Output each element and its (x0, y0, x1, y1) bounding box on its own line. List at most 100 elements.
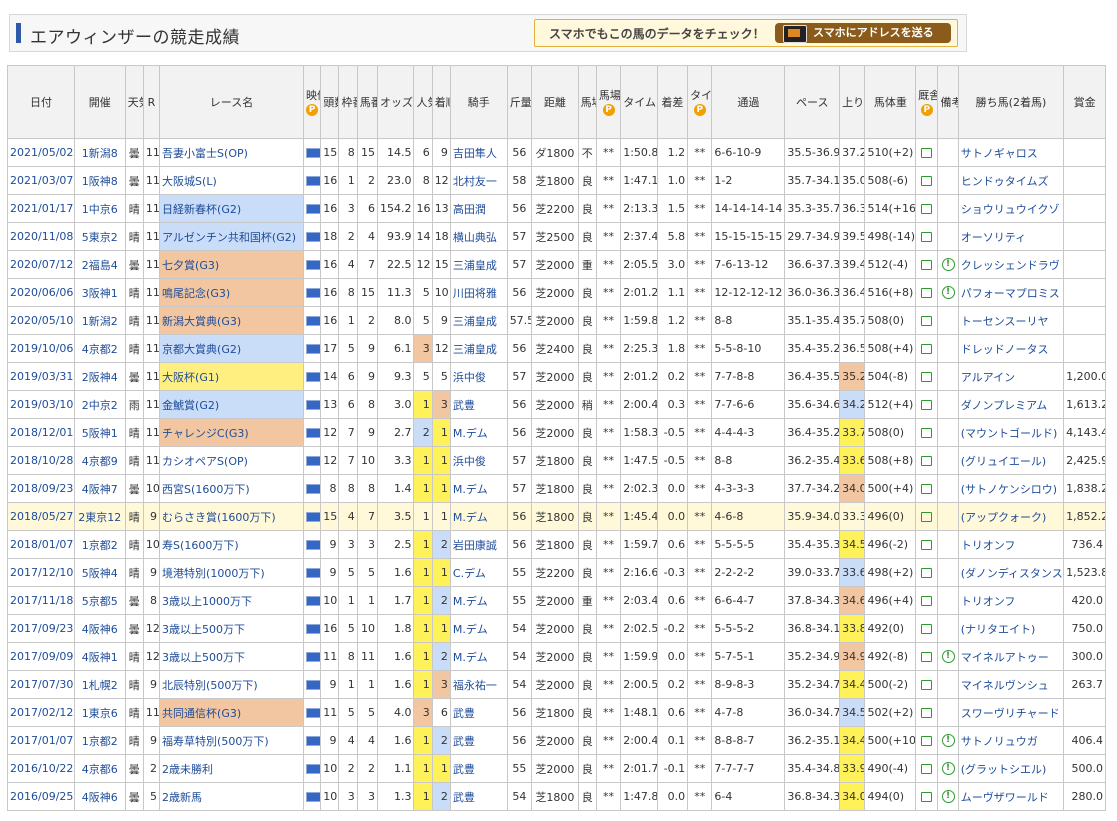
venue-link[interactable]: 3阪神1 (73, 278, 126, 307)
venue-link[interactable]: 4京都6 (73, 754, 126, 783)
comment-icon[interactable] (921, 400, 933, 410)
race-name-link[interactable]: 2歳新馬 (159, 782, 304, 811)
race-name-link[interactable]: 七夕賞(G3) (159, 250, 304, 279)
winner-link[interactable]: (グラットシエル) (957, 754, 1065, 783)
venue-link[interactable]: 1中京6 (73, 194, 126, 223)
stable-comment-cell[interactable] (915, 166, 939, 195)
race-name-link[interactable]: 吾妻小富士S(OP) (159, 138, 304, 167)
venue-link[interactable]: 1阪神8 (73, 166, 126, 195)
venue-link[interactable]: 1東京6 (73, 698, 126, 727)
jockey-link[interactable]: M.デム (449, 614, 508, 643)
venue-link[interactable]: 1新潟8 (73, 138, 126, 167)
stable-comment-cell[interactable] (915, 250, 939, 279)
venue-link[interactable]: 1札幌2 (73, 670, 126, 699)
winner-link[interactable]: スワーヴリチャード (957, 698, 1065, 727)
venue-link[interactable]: 4阪神6 (73, 614, 126, 643)
date-link[interactable]: 2019/10/06 (7, 334, 75, 363)
video-cell[interactable] (302, 670, 322, 699)
winner-link[interactable]: パフォーマプロミス (957, 278, 1065, 307)
video-icon[interactable] (306, 456, 320, 466)
stable-comment-cell[interactable] (915, 614, 939, 643)
video-cell[interactable] (302, 362, 322, 391)
jockey-link[interactable]: M.デム (449, 502, 508, 531)
date-link[interactable]: 2017/07/30 (7, 670, 75, 699)
video-icon[interactable] (306, 792, 320, 802)
video-icon[interactable] (306, 232, 320, 242)
venue-link[interactable]: 1新潟2 (73, 306, 126, 335)
stable-comment-cell[interactable] (915, 754, 939, 783)
date-link[interactable]: 2017/12/10 (7, 558, 75, 587)
jockey-link[interactable]: 横山典弘 (449, 222, 508, 251)
comment-icon[interactable] (921, 680, 933, 690)
date-link[interactable]: 2018/10/28 (7, 446, 75, 475)
video-icon[interactable] (306, 708, 320, 718)
stable-comment-cell[interactable] (915, 278, 939, 307)
video-cell[interactable] (302, 334, 322, 363)
date-link[interactable]: 2017/09/09 (7, 642, 75, 671)
race-name-link[interactable]: 京都大賞典(G2) (159, 334, 304, 363)
race-name-link[interactable]: 大阪城S(L) (159, 166, 304, 195)
note-alert-icon[interactable]: ! (941, 286, 955, 300)
stable-comment-cell[interactable] (915, 390, 939, 419)
winner-link[interactable]: サトノギャロス (957, 138, 1065, 167)
comment-icon[interactable] (921, 624, 933, 634)
jockey-link[interactable]: 吉田隼人 (449, 138, 508, 167)
date-link[interactable]: 2017/09/23 (7, 614, 75, 643)
race-name-link[interactable]: 大阪杯(G1) (159, 362, 304, 391)
winner-link[interactable]: (ナリタエイト) (957, 614, 1065, 643)
video-icon[interactable] (306, 316, 320, 326)
stable-comment-cell[interactable] (915, 194, 939, 223)
date-link[interactable]: 2019/03/10 (7, 390, 75, 419)
race-name-link[interactable]: 寿S(1600万下) (159, 530, 304, 559)
venue-link[interactable]: 2中京2 (73, 390, 126, 419)
jockey-link[interactable]: 三浦皇成 (449, 334, 508, 363)
video-cell[interactable] (302, 726, 322, 755)
date-link[interactable]: 2018/12/01 (7, 418, 75, 447)
video-icon[interactable] (306, 512, 320, 522)
winner-link[interactable]: トリオンフ (957, 586, 1065, 615)
venue-link[interactable]: 5東京2 (73, 222, 126, 251)
jockey-link[interactable]: M.デム (449, 642, 508, 671)
stable-comment-cell[interactable] (915, 418, 939, 447)
race-name-link[interactable]: 境港特別(1000万下) (159, 558, 304, 587)
video-cell[interactable] (302, 166, 322, 195)
note-alert-icon[interactable]: ! (941, 258, 955, 272)
comment-icon[interactable] (921, 316, 933, 326)
stable-comment-cell[interactable] (915, 698, 939, 727)
winner-link[interactable]: トリオンフ (957, 530, 1065, 559)
video-icon[interactable] (306, 260, 320, 270)
date-link[interactable]: 2018/09/23 (7, 474, 75, 503)
jockey-link[interactable]: C.デム (449, 558, 508, 587)
video-icon[interactable] (306, 148, 320, 158)
venue-link[interactable]: 1京都2 (73, 726, 126, 755)
comment-icon[interactable] (921, 456, 933, 466)
jockey-link[interactable]: 浜中俊 (449, 446, 508, 475)
comment-icon[interactable] (921, 344, 933, 354)
race-name-link[interactable]: 福寿草特別(500万下) (159, 726, 304, 755)
date-link[interactable]: 2016/09/25 (7, 782, 75, 811)
comment-icon[interactable] (921, 288, 933, 298)
comment-icon[interactable] (921, 708, 933, 718)
date-link[interactable]: 2017/02/12 (7, 698, 75, 727)
winner-link[interactable]: マイネルヴンシュ (957, 670, 1065, 699)
note-alert-icon[interactable]: ! (941, 734, 955, 748)
comment-icon[interactable] (921, 372, 933, 382)
jockey-link[interactable]: 武豊 (449, 754, 508, 783)
race-name-link[interactable]: 3歳以上1000万下 (159, 586, 304, 615)
jockey-link[interactable]: 川田将雅 (449, 278, 508, 307)
race-name-link[interactable]: 金鯱賞(G2) (159, 390, 304, 419)
venue-link[interactable]: 5阪神4 (73, 558, 126, 587)
date-link[interactable]: 2020/07/12 (7, 250, 75, 279)
video-icon[interactable] (306, 680, 320, 690)
video-cell[interactable] (302, 222, 322, 251)
send-address-button[interactable]: スマホにアドレスを送る (775, 23, 951, 43)
venue-link[interactable]: 2阪神4 (73, 362, 126, 391)
video-cell[interactable] (302, 586, 322, 615)
video-cell[interactable] (302, 418, 322, 447)
jockey-link[interactable]: 武豊 (449, 726, 508, 755)
video-icon[interactable] (306, 596, 320, 606)
comment-icon[interactable] (921, 484, 933, 494)
stable-comment-cell[interactable] (915, 502, 939, 531)
video-cell[interactable] (302, 614, 322, 643)
race-name-link[interactable]: 日経新春杯(G2) (159, 194, 304, 223)
